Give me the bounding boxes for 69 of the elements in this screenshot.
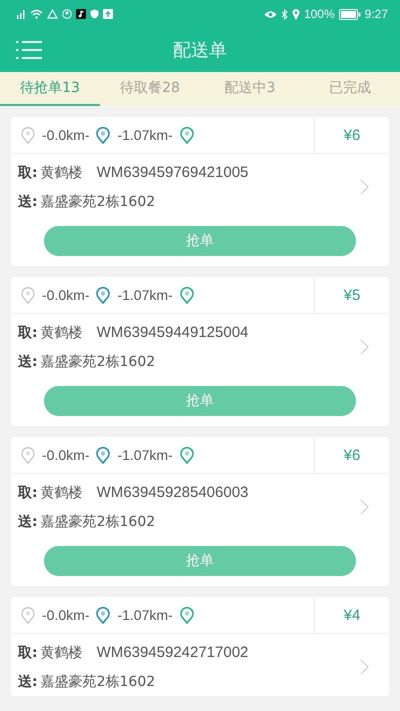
map-pin-icon [21,606,35,624]
delivery-label: 送: [18,352,38,370]
chevron-right-icon[interactable] [360,179,369,195]
price-text: ¥6 [342,126,362,144]
menu-icon[interactable] [16,40,42,60]
eye-icon [264,10,277,18]
distance-text: -0.0km- [41,287,90,303]
distance-text: -0.0km- [41,127,90,143]
warning-icon [47,9,58,19]
page-title: 配送单 [173,39,227,62]
map-pin-icon [180,126,194,144]
distance-text: -1.07km- [116,607,174,623]
upload-icon [103,9,113,19]
delivery-label: 送: [18,672,38,690]
battery-icon [338,8,361,20]
pickup-store: 黄鹤楼 [40,164,83,182]
chevron-right-icon[interactable] [360,499,369,515]
music-note-icon [76,9,86,19]
delivery-address: 嘉盛豪苑2栋1602 [40,192,156,210]
grab-order-button[interactable]: 抢单 [44,226,356,256]
pickup-label: 取: [18,324,38,342]
grab-order-button[interactable]: 抢单 [44,546,356,576]
chevron-right-icon[interactable] [360,339,369,355]
price-text: ¥4 [342,606,362,624]
tab[interactable]: 待取餐28 [100,72,200,106]
order-number: WM639459769421005 [96,164,248,181]
map-pin-icon [180,606,194,624]
delivery-address: 嘉盛豪苑2栋1602 [40,352,156,370]
wifi-icon [30,9,43,19]
pickup-store: 黄鹤楼 [40,484,83,502]
price-text: ¥5 [342,286,362,304]
distance-text: -0.0km- [41,447,90,463]
delivery-address: 嘉盛豪苑2栋1602 [40,512,156,530]
map-pin-icon [96,126,110,144]
tab[interactable]: 待抢单13 [0,72,100,106]
delivery-label: 送: [18,192,38,210]
map-pin-icon [96,286,110,304]
battery-percent: 100% [304,7,335,21]
map-pin-icon [96,606,110,624]
map-pin-icon [180,446,194,464]
map-pin-icon [21,286,35,304]
map-pin-icon [96,446,110,464]
distance-text: -1.07km- [116,447,174,463]
bluetooth-icon [280,8,288,20]
tab[interactable]: 配送中3 [200,72,300,106]
delivery-label: 送: [18,512,38,530]
clock-time: 9:27 [364,7,388,21]
map-pin-icon [21,446,35,464]
distance-text: -1.07km- [116,287,174,303]
chevron-right-icon[interactable] [360,659,369,675]
pickup-label: 取: [18,164,38,182]
order-number: WM639459449125004 [96,324,248,341]
shield-icon [90,9,99,19]
grab-order-button[interactable]: 抢单 [44,386,356,416]
pickup-label: 取: [18,484,38,502]
map-pin-icon [180,286,194,304]
map-pin-icon [21,126,35,144]
location-icon [292,8,300,20]
order-number: WM639459285406003 [96,484,248,501]
tab[interactable]: 已完成 [300,72,400,106]
distance-text: -0.0km- [41,607,90,623]
pickup-store: 黄鹤楼 [40,324,83,342]
pickup-store: 黄鹤楼 [40,644,83,662]
order-number: WM639459242717002 [96,644,248,661]
pickup-label: 取: [18,644,38,662]
delivery-address: 嘉盛豪苑2栋1602 [40,672,156,690]
distance-text: -1.07km- [116,127,174,143]
price-text: ¥6 [342,446,362,464]
signal-icon [16,9,26,19]
